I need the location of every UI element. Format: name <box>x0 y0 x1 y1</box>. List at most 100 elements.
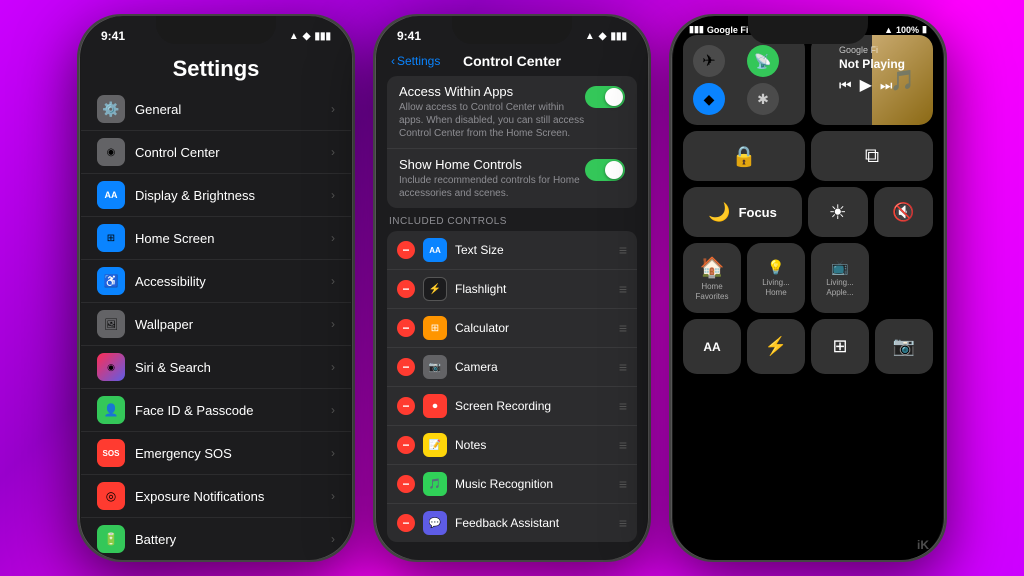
prev-track-button[interactable]: ⏮ <box>839 77 852 94</box>
access-within-apps-row: Access Within Apps Allow access to Contr… <box>387 76 637 148</box>
text-size-label: Text Size <box>455 243 619 257</box>
show-home-controls-toggle[interactable] <box>585 159 625 181</box>
camera-panel-button[interactable]: 📷 <box>875 319 933 374</box>
signal-icon: ▲ <box>289 31 299 42</box>
chevron-icon: › <box>331 446 335 460</box>
control-center-icon: ◉ <box>97 138 125 166</box>
control-feedback-assistant[interactable]: − 💬 Feedback Assistant ≡ <box>387 504 637 542</box>
phone-3: ▮▮▮ Google Fi ◆ ▲ 100% ▮ ✈ 📡 ◆ ✱ Google … <box>669 14 947 562</box>
settings-item-battery[interactable]: 🔋 Battery › <box>81 518 351 560</box>
chevron-icon: › <box>331 102 335 116</box>
remove-button[interactable]: − <box>397 436 415 454</box>
calculator-panel-button[interactable]: ⊞ <box>811 319 869 374</box>
drag-handle-icon[interactable]: ≡ <box>619 476 627 492</box>
flashlight-label: Flashlight <box>455 282 619 296</box>
remove-button[interactable]: − <box>397 514 415 532</box>
notes-label: Notes <box>455 438 619 452</box>
feedback-label: Feedback Assistant <box>455 516 619 530</box>
living-apple-button[interactable]: 📺 Living...Apple... <box>811 243 869 313</box>
settings-item-exposure[interactable]: ◎ Exposure Notifications › <box>81 475 351 518</box>
chevron-icon: › <box>331 274 335 288</box>
wifi-icon-2: ◆ <box>599 31 607 42</box>
remove-button[interactable]: − <box>397 280 415 298</box>
volume-button[interactable]: 🔇 <box>874 187 934 237</box>
siri-icon: ◉ <box>97 353 125 381</box>
settings-item-display[interactable]: AA Display & Brightness › <box>81 174 351 217</box>
signal-bars-icon: ▮▮▮ <box>689 24 704 35</box>
back-button[interactable]: ‹ Settings <box>391 54 440 68</box>
chevron-icon: › <box>331 231 335 245</box>
flashlight-icon: ⚡ <box>423 277 447 301</box>
flashlight-panel-button[interactable]: ⚡ <box>747 319 805 374</box>
back-label: Settings <box>397 54 440 68</box>
airplane-mode-button[interactable]: ✈ <box>693 45 725 77</box>
settings-item-emergency[interactable]: SOS Emergency SOS › <box>81 432 351 475</box>
remove-button[interactable]: − <box>397 241 415 259</box>
drag-handle-icon[interactable]: ≡ <box>619 242 627 258</box>
remove-button[interactable]: − <box>397 358 415 376</box>
settings-item-wallpaper[interactable]: 🖼 Wallpaper › <box>81 303 351 346</box>
phone-1: 9:41 ▲ ◆ ▮▮▮ Settings ⚙️ General › ◉ Con… <box>77 14 355 562</box>
home-screen-label: Home Screen <box>135 231 331 246</box>
carrier-label: Google Fi <box>707 25 749 35</box>
control-text-size[interactable]: − AA Text Size ≡ <box>387 231 637 270</box>
calculator-icon: ⊞ <box>423 316 447 340</box>
orientation-lock-button[interactable]: 🔒 <box>683 131 805 181</box>
panel-middle-row: 🔒 ⧉ <box>683 131 933 181</box>
living-apple-icon: 📺 <box>831 259 848 276</box>
living-home-button[interactable]: 💡 Living...Home <box>747 243 805 313</box>
drag-handle-icon[interactable]: ≡ <box>619 398 627 414</box>
drag-handle-icon[interactable]: ≡ <box>619 320 627 336</box>
chevron-icon: › <box>331 489 335 503</box>
wifi-button[interactable]: ◆ <box>693 83 725 115</box>
text-size-panel-button[interactable]: AA <box>683 319 741 374</box>
chevron-icon: › <box>331 360 335 374</box>
settings-item-accessibility[interactable]: ♿ Accessibility › <box>81 260 351 303</box>
settings-item-faceid[interactable]: 👤 Face ID & Passcode › <box>81 389 351 432</box>
screen-mirror-button[interactable]: ⧉ <box>811 131 933 181</box>
control-music-recognition[interactable]: − 🎵 Music Recognition ≡ <box>387 465 637 504</box>
focus-moon-icon: 🌙 <box>708 202 730 223</box>
battery-settings-icon: 🔋 <box>97 525 125 553</box>
focus-button[interactable]: 🌙 Focus <box>683 187 802 237</box>
bluetooth-button[interactable]: ✱ <box>747 83 779 115</box>
settings-item-control-center[interactable]: ◉ Control Center › <box>81 131 351 174</box>
home-favorites-button[interactable]: 🏠 HomeFavorites <box>683 243 741 313</box>
watermark: iK <box>917 538 929 552</box>
play-button[interactable]: ▶ <box>860 75 872 95</box>
control-screen-recording[interactable]: − ⏺ Screen Recording ≡ <box>387 387 637 426</box>
empty-home-slot <box>875 243 933 313</box>
accessibility-icon: ♿ <box>97 267 125 295</box>
general-icon: ⚙️ <box>97 95 125 123</box>
wifi-icon: ◆ <box>303 31 311 42</box>
remove-button[interactable]: − <box>397 397 415 415</box>
screen-mirror-icon: ⧉ <box>865 145 879 168</box>
show-home-controls-row: Show Home Controls Include recommended c… <box>387 148 637 208</box>
screen-recording-icon: ⏺ <box>423 394 447 418</box>
cellular-button[interactable]: 📡 <box>747 45 779 77</box>
drag-handle-icon[interactable]: ≡ <box>619 437 627 453</box>
show-home-controls-desc: Include recommended controls for Home ac… <box>399 174 585 200</box>
chevron-icon: › <box>331 532 335 546</box>
drag-handle-icon[interactable]: ≡ <box>619 281 627 297</box>
settings-item-home[interactable]: ⊞ Home Screen › <box>81 217 351 260</box>
cc-nav: ‹ Settings Control Center <box>377 48 647 70</box>
remove-button[interactable]: − <box>397 475 415 493</box>
next-track-button[interactable]: ⏭ <box>880 77 893 94</box>
drag-handle-icon[interactable]: ≡ <box>619 359 627 375</box>
brightness-icon: ☀ <box>829 200 847 225</box>
status-icons-2: ▲ ◆ ▮▮▮ <box>585 31 627 42</box>
settings-item-siri[interactable]: ◉ Siri & Search › <box>81 346 351 389</box>
music-recognition-icon: 🎵 <box>423 472 447 496</box>
control-calculator[interactable]: − ⊞ Calculator ≡ <box>387 309 637 348</box>
access-within-apps-toggle[interactable] <box>585 86 625 108</box>
drag-handle-icon[interactable]: ≡ <box>619 515 627 531</box>
remove-button[interactable]: − <box>397 319 415 337</box>
control-flashlight[interactable]: − ⚡ Flashlight ≡ <box>387 270 637 309</box>
control-notes[interactable]: − 📝 Notes ≡ <box>387 426 637 465</box>
siri-label: Siri & Search <box>135 360 331 375</box>
control-camera[interactable]: − 📷 Camera ≡ <box>387 348 637 387</box>
focus-label: Focus <box>739 205 777 220</box>
brightness-button[interactable]: ☀ <box>808 187 868 237</box>
settings-item-general[interactable]: ⚙️ General › <box>81 88 351 131</box>
